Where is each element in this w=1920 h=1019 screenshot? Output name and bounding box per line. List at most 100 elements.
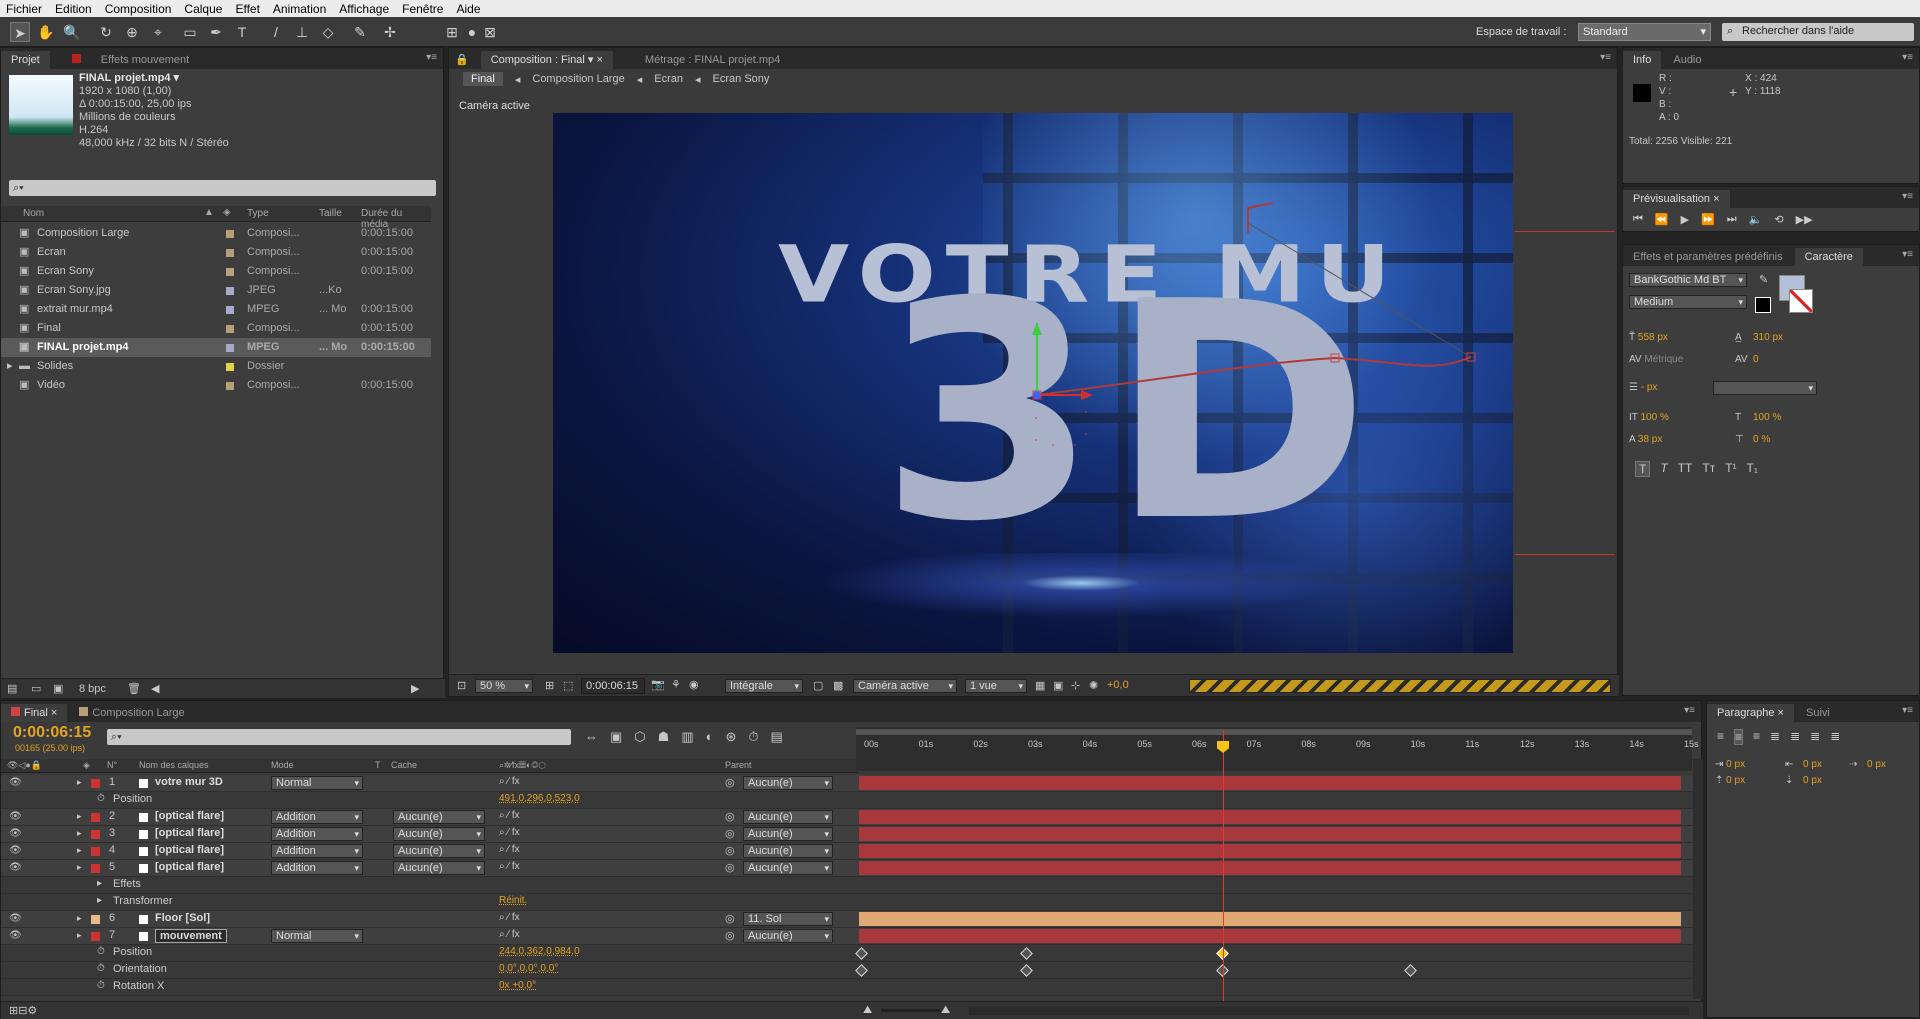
- tab-effets-mouvement[interactable]: Effets mouvement: [62, 51, 199, 69]
- label-color-swatch[interactable]: [226, 325, 234, 333]
- frame-blending-icon[interactable]: ▥: [681, 729, 693, 745]
- tab-info[interactable]: Info: [1623, 51, 1662, 69]
- layer-switches-icon[interactable]: ⌕ ⁄ fx: [499, 827, 520, 838]
- tab-effets-parametres[interactable]: Effets et paramètres prédéfinis: [1623, 248, 1793, 266]
- visibility-eye-icon[interactable]: 👁: [9, 862, 22, 873]
- layer-row[interactable]: 👁 ▸ 4 [optical flare] Addition Aucun(e) ⌕ ⁄ fx…: [1, 843, 1693, 860]
- menu-edition[interactable]: Edition: [55, 2, 92, 16]
- draft-3d-icon[interactable]: ⬡: [634, 729, 645, 745]
- blend-mode-select[interactable]: Normal: [271, 776, 363, 790]
- parent-select[interactable]: Aucun(e): [743, 776, 833, 790]
- layer-duration-bar[interactable]: [859, 810, 1681, 824]
- project-item[interactable]: ▣ Ecran Sony.jpg JPEG ...Ko: [1, 281, 431, 300]
- layer-switches-icon[interactable]: ⌕ ⁄ fx: [499, 810, 520, 821]
- pick-whip-icon[interactable]: ◎: [725, 776, 735, 789]
- world-axis-icon[interactable]: ●: [462, 22, 482, 42]
- expand-arrow-icon[interactable]: ▸: [77, 862, 82, 873]
- expand-arrow-icon[interactable]: ▸: [77, 913, 82, 924]
- pick-whip-icon[interactable]: ◎: [725, 810, 735, 823]
- label-color-swatch[interactable]: [91, 830, 100, 839]
- col-taille[interactable]: Taille: [319, 208, 342, 219]
- label-color-swatch[interactable]: [226, 268, 234, 276]
- time-ruler[interactable]: 00s 01s 02s 03s 04s 05s 06s 07s 08s 09s 10s 11s 12s 1…: [856, 727, 1699, 771]
- tab-caractere[interactable]: Caractère: [1794, 248, 1863, 266]
- ram-preview-icon[interactable]: ▶▶: [1796, 213, 1813, 226]
- panel-menu-icon[interactable]: ▾≡: [1902, 191, 1913, 202]
- blend-mode-select[interactable]: Addition: [271, 861, 363, 875]
- label-color-swatch[interactable]: [226, 382, 234, 390]
- play-icon[interactable]: ▶: [1681, 213, 1689, 226]
- font-size-value[interactable]: 558 px: [1638, 332, 1668, 343]
- col-t[interactable]: T: [375, 760, 381, 770]
- subscript-icon[interactable]: T₁: [1747, 461, 1758, 477]
- project-item[interactable]: ▣ Composition Large Composi... 0:00:15:00: [1, 224, 431, 243]
- flowchart-icon[interactable]: ⊹: [1071, 679, 1080, 692]
- label-color-swatch[interactable]: [226, 287, 234, 295]
- expand-arrow-icon[interactable]: ▸: [7, 357, 13, 376]
- stopwatch-icon[interactable]: ⏱: [97, 980, 105, 991]
- text-tool-icon[interactable]: T: [232, 22, 252, 42]
- align-left-icon[interactable]: ≡: [1717, 729, 1724, 745]
- font-style-select[interactable]: Medium: [1629, 295, 1747, 309]
- label-color-swatch[interactable]: [226, 249, 234, 257]
- property-value[interactable]: 244,0,362,0,984,0: [499, 946, 580, 957]
- menu-effet[interactable]: Effet: [235, 2, 259, 16]
- selection-tool-icon[interactable]: ➤: [10, 22, 30, 42]
- show-snapshot-icon[interactable]: ⚘: [671, 678, 681, 691]
- layer-row[interactable]: 👁 ▸ 7 mouvement Normal ⌕ ⁄ fx ◎ Aucun(e): [1, 928, 1693, 945]
- expand-arrow-icon[interactable]: ▸: [77, 930, 82, 941]
- vertical-scale-value[interactable]: 100 %: [1641, 412, 1669, 423]
- menu-aide[interactable]: Aide: [456, 2, 480, 16]
- workspace-select[interactable]: Standard ▾: [1578, 23, 1711, 41]
- menu-composition[interactable]: Composition: [105, 2, 172, 16]
- layer-name[interactable]: [optical flare]: [155, 827, 224, 839]
- project-item[interactable]: ▣ Ecran Sony Composi... 0:00:15:00: [1, 262, 431, 281]
- region-interest-icon[interactable]: ▢: [813, 679, 823, 692]
- snapshot-icon[interactable]: 📷: [651, 678, 665, 691]
- layer-duration-bar[interactable]: [859, 776, 1681, 790]
- channel-icon[interactable]: ◉: [689, 678, 699, 691]
- panel-menu-icon[interactable]: ▾≡: [1902, 705, 1913, 716]
- next-frame-icon[interactable]: ⏩: [1701, 213, 1715, 226]
- horizontal-scale-value[interactable]: 100 %: [1753, 407, 1781, 429]
- timeline-current-time[interactable]: 0:00:06:15: [13, 724, 91, 742]
- panel-menu-icon[interactable]: ▾≡: [1902, 52, 1913, 63]
- justify-all-icon[interactable]: ≣: [1830, 729, 1840, 745]
- pixel-aspect-icon[interactable]: ▦: [1035, 679, 1045, 692]
- layer-switches-icon[interactable]: ⌕ ⁄ fx: [499, 929, 520, 940]
- roto-brush-icon[interactable]: ✎: [350, 22, 370, 42]
- work-area-bar[interactable]: [856, 729, 1692, 735]
- view-axis-icon[interactable]: ⊠: [480, 22, 500, 42]
- timeline-scrollbar[interactable]: [1693, 759, 1703, 999]
- eyedropper-icon[interactable]: ✎: [1759, 273, 1768, 286]
- layer-row[interactable]: 👁 ▸ 5 [optical flare] Addition Aucun(e) ⌕ ⁄ fx…: [1, 860, 1693, 877]
- label-color-swatch[interactable]: [226, 363, 234, 371]
- fast-preview-icon[interactable]: ▣: [1053, 679, 1063, 692]
- property-value[interactable]: Réinit.: [499, 895, 527, 906]
- expand-arrow-icon[interactable]: ▸: [77, 828, 82, 839]
- visibility-eye-icon[interactable]: 👁: [9, 811, 22, 822]
- pen-tool-icon[interactable]: ✒: [206, 22, 226, 42]
- panel-menu-icon[interactable]: ▾≡: [1600, 52, 1611, 63]
- layer-row[interactable]: 👁 ▸ 6 Floor [Sol] ⌕ ⁄ fx ◎ 11. Sol: [1, 911, 1693, 928]
- property-row[interactable]: ⏱ Position 491,0,296,0,523,0: [1, 792, 1693, 809]
- stroke-swatch[interactable]: [1755, 297, 1771, 313]
- layer-row[interactable]: 👁 ▸ 2 [optical flare] Addition Aucun(e) ⌕ ⁄ fx…: [1, 809, 1693, 826]
- parent-select[interactable]: Aucun(e): [743, 861, 833, 875]
- project-item[interactable]: ▣ extrait mur.mp4 MPEG ... Mo 0:00:15:00: [1, 300, 431, 319]
- property-value[interactable]: 0,0°,0,0°,0,0°: [499, 963, 558, 974]
- parent-select[interactable]: Aucun(e): [743, 827, 833, 841]
- layer-name[interactable]: [optical flare]: [155, 844, 224, 856]
- layer-row[interactable]: 👁 ▸ 3 [optical flare] Addition Aucun(e) ⌕ ⁄ fx…: [1, 826, 1693, 843]
- parent-select[interactable]: Aucun(e): [743, 810, 833, 824]
- col-nom[interactable]: Nom: [23, 208, 44, 219]
- visibility-eye-icon[interactable]: 👁: [9, 913, 22, 924]
- stroke-style-select[interactable]: [1713, 381, 1817, 395]
- panel-menu-icon[interactable]: ▾≡: [1684, 705, 1695, 716]
- layer-row[interactable]: 👁 ▸ 1 votre mur 3D Normal ⌕ ⁄ fx ◎ Aucun(e): [1, 775, 1693, 792]
- justify-left-icon[interactable]: ≣: [1770, 729, 1780, 745]
- hand-tool-icon[interactable]: ✋: [36, 22, 56, 42]
- tsume-value[interactable]: 0 %: [1753, 429, 1770, 451]
- zoom-in-icon[interactable]: ⛰: [941, 1004, 950, 1017]
- property-row[interactable]: ⏱ Orientation 0,0°,0,0°,0,0°: [1, 962, 1693, 979]
